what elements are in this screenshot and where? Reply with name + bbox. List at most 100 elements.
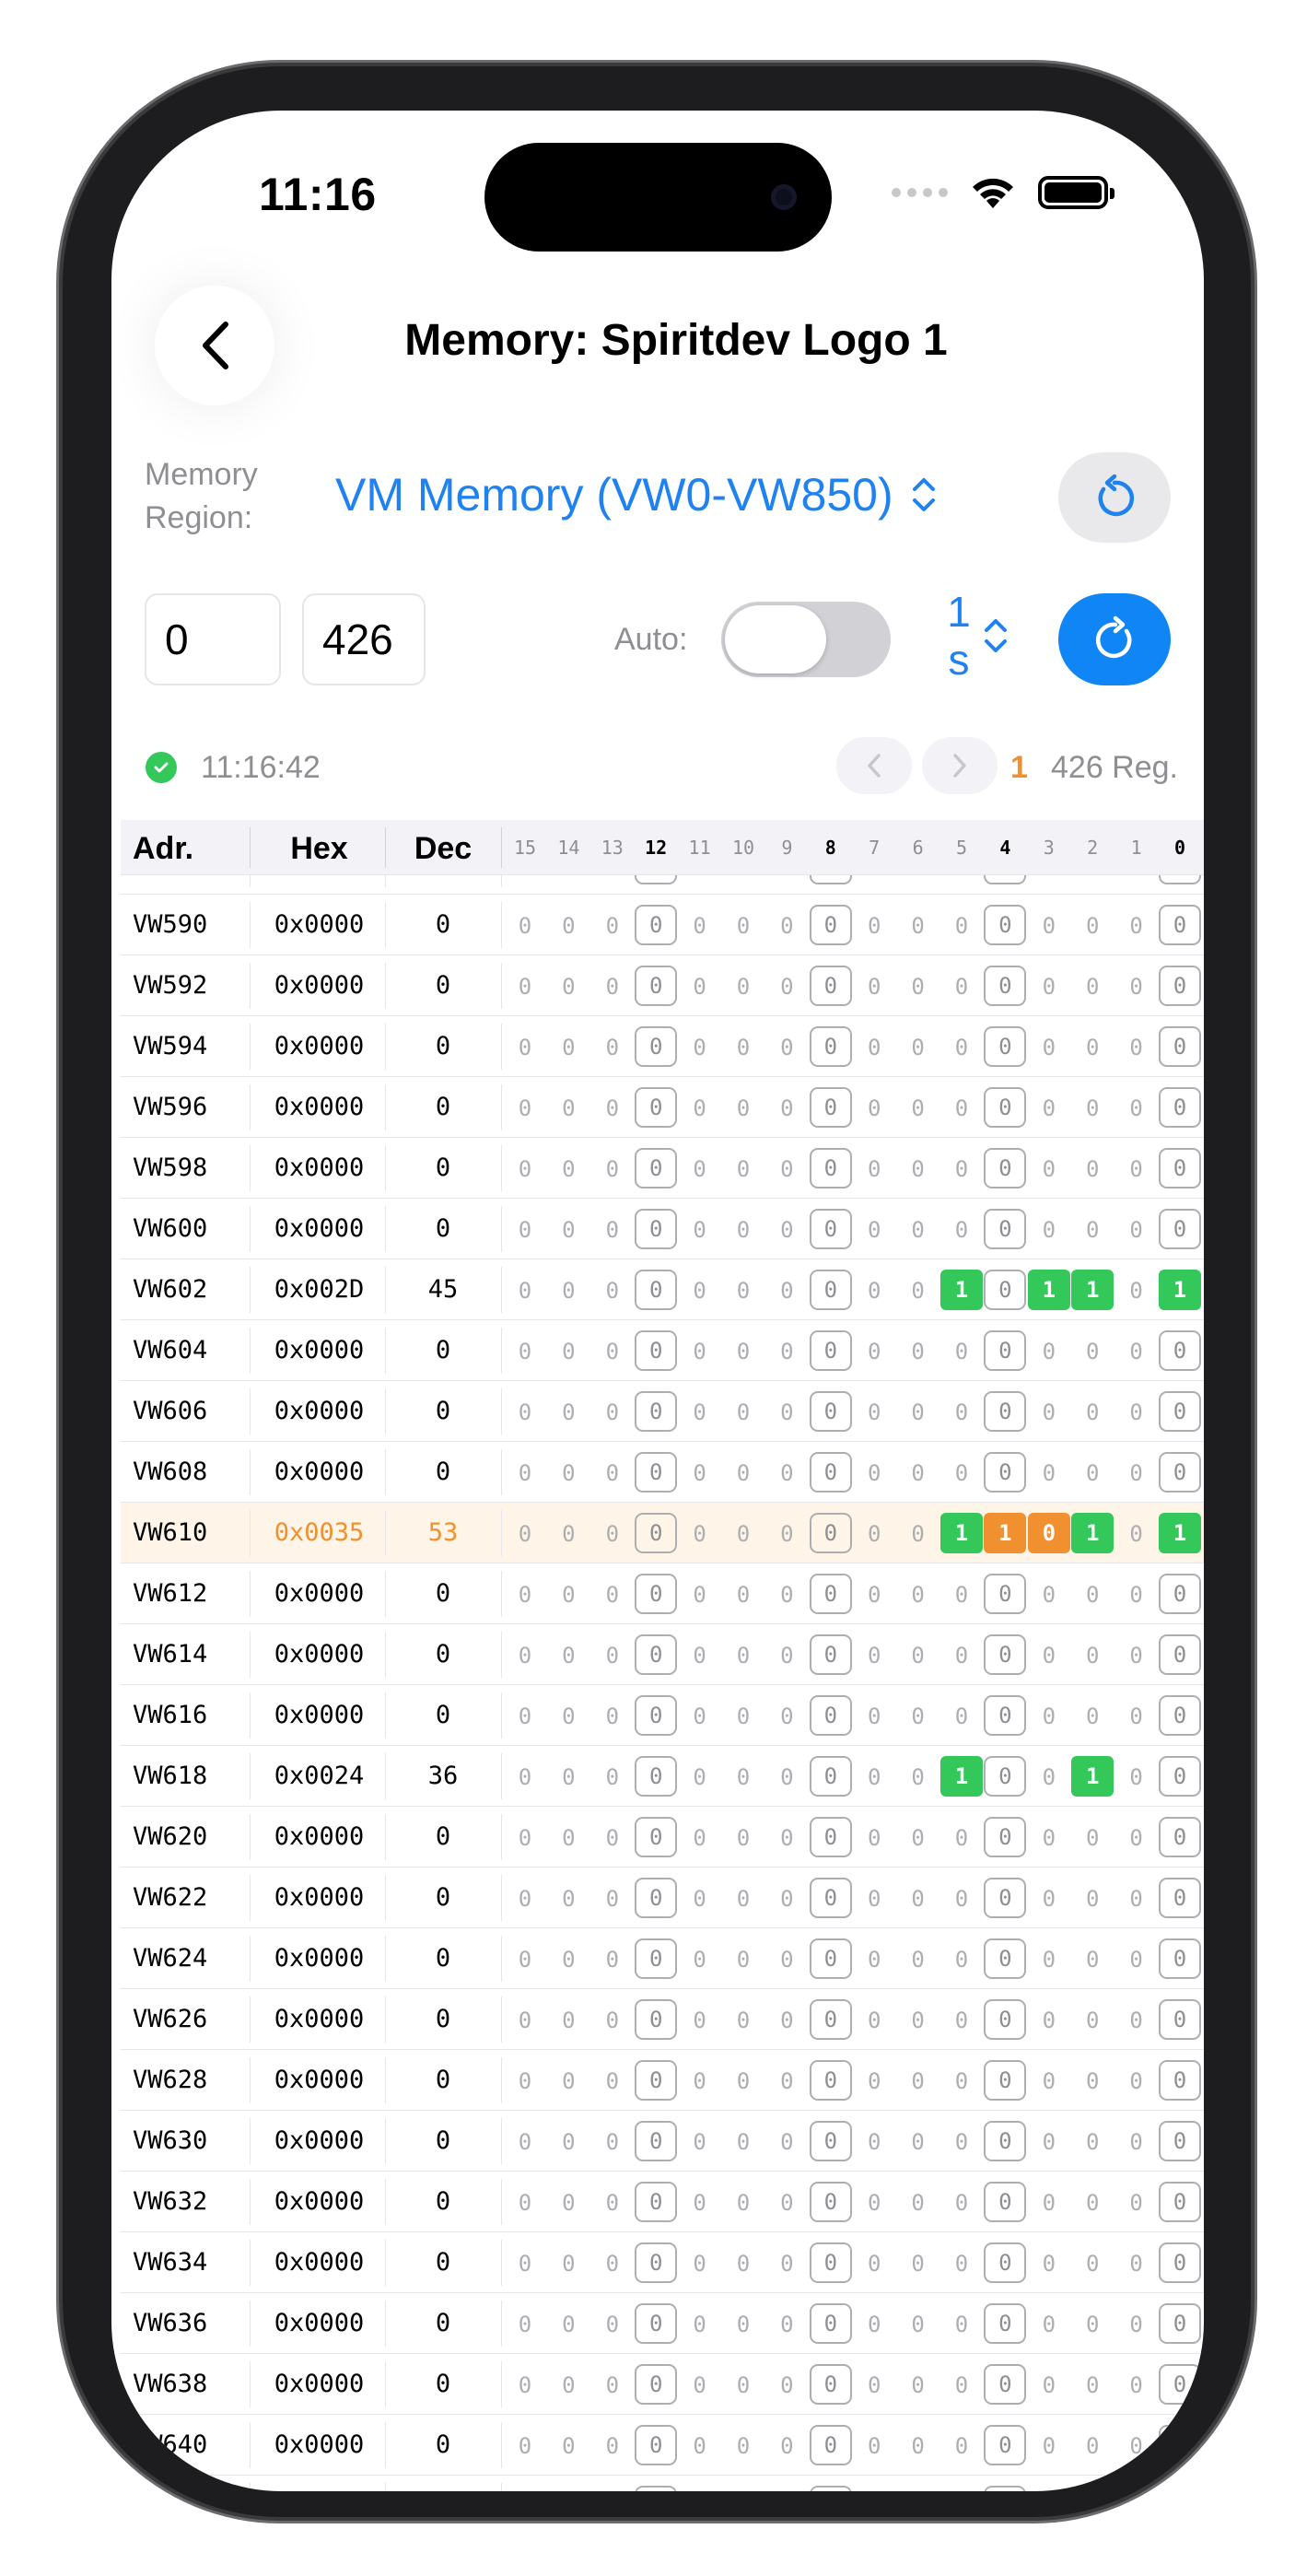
bit-13[interactable]: 0 [591, 2245, 634, 2282]
table-row[interactable]: VW620 0x0000 0 0 0 0 0 0 0 0 0 0 0 0 0 0 0 0 0 [121, 1807, 1204, 1868]
bit-9[interactable]: 0 [765, 1637, 808, 1674]
bit-12[interactable]: 0 [635, 1634, 678, 1675]
bit-4[interactable]: 0 [984, 1330, 1027, 1371]
next-page-button[interactable] [922, 737, 998, 794]
bit-1[interactable]: 0 [1115, 1029, 1158, 1066]
bit-0[interactable]: 1 [1159, 1270, 1201, 1310]
bit-0[interactable]: 0 [1159, 1330, 1201, 1371]
bit-3[interactable]: 0 [1028, 1029, 1070, 1066]
bit-14[interactable]: 0 [547, 1516, 589, 1552]
bit-10[interactable]: 0 [722, 1394, 764, 1431]
bit-4[interactable]: 0 [984, 2303, 1027, 2344]
bit-15[interactable]: 0 [504, 1090, 546, 1127]
bit-6[interactable]: 0 [897, 2002, 939, 2039]
bit-12[interactable]: 0 [635, 1999, 678, 2040]
bit-6[interactable]: 0 [897, 2367, 939, 2404]
bit-7[interactable]: 0 [853, 2367, 895, 2404]
bit-2[interactable]: 1 [1071, 1756, 1114, 1797]
bit-1[interactable]: 0 [1115, 1880, 1158, 1917]
table-row[interactable]: VW616 0x0000 0 0 0 0 0 0 0 0 0 0 0 0 0 0 0 0 0 [121, 1685, 1204, 1746]
bit-10[interactable]: 0 [722, 1880, 764, 1917]
bit-15[interactable]: 0 [504, 1455, 546, 1492]
bit-9[interactable]: 0 [765, 1090, 808, 1127]
bit-9[interactable]: 0 [765, 1880, 808, 1917]
bit-6[interactable]: 0 [897, 1151, 939, 1188]
bit-7[interactable]: 0 [853, 1698, 895, 1735]
table-row[interactable]: VW594 0x0000 0 0 0 0 0 0 0 0 0 0 0 0 0 0 0 0 0 [121, 1016, 1204, 1077]
bit-3[interactable]: 0 [1028, 1698, 1070, 1735]
bit-7[interactable]: 0 [853, 1029, 895, 1066]
bit-14[interactable]: 0 [547, 1576, 589, 1613]
bit-12[interactable]: 0 [635, 1087, 678, 1128]
bit-5[interactable]: 0 [940, 2245, 983, 2282]
bit-9[interactable]: 0 [765, 1820, 808, 1856]
bit-5[interactable]: 0 [940, 1212, 983, 1248]
bit-3[interactable]: 0 [1028, 1333, 1070, 1370]
table-row[interactable]: VW636 0x0000 0 0 0 0 0 0 0 0 0 0 0 0 0 0 0 0 0 [121, 2293, 1204, 2354]
bit-10[interactable]: 0 [722, 2124, 764, 2160]
bit-4[interactable]: 0 [984, 1452, 1027, 1493]
bit-9[interactable]: 0 [765, 2428, 808, 2465]
bit-9[interactable]: 0 [765, 1272, 808, 1309]
bit-8[interactable]: 0 [809, 966, 852, 1006]
bit-13[interactable]: 0 [591, 1090, 634, 1127]
bit-10[interactable]: 0 [722, 2184, 764, 2221]
bit-5[interactable]: 1 [940, 1756, 983, 1797]
bit-4[interactable]: 0 [984, 1209, 1027, 1249]
bit-8[interactable]: 0 [809, 1695, 852, 1736]
bit-6[interactable]: 0 [897, 1698, 939, 1735]
bit-5[interactable]: 0 [940, 2367, 983, 2404]
bit-11[interactable]: 0 [679, 1090, 721, 1127]
bit-6[interactable]: 0 [897, 2488, 939, 2491]
bit-1[interactable]: 0 [1115, 1151, 1158, 1188]
bit-11[interactable]: 0 [679, 1212, 721, 1248]
bit-12[interactable]: 0 [635, 905, 678, 945]
bit-10[interactable]: 0 [722, 2245, 764, 2282]
bit-3[interactable]: 0 [1027, 1513, 1070, 1553]
bit-11[interactable]: 0 [679, 907, 721, 944]
bit-6[interactable]: 0 [897, 1576, 939, 1613]
bit-0[interactable]: 0 [1159, 2364, 1201, 2405]
bit-3[interactable]: 0 [1028, 2184, 1070, 2221]
bit-1[interactable]: 0 [1115, 2002, 1158, 2039]
bit-12[interactable]: 0 [635, 2364, 678, 2405]
bit-13[interactable]: 0 [591, 1394, 634, 1431]
bit-0[interactable]: 0 [1159, 1938, 1201, 1979]
bit-3[interactable]: 1 [1027, 1270, 1070, 1310]
bit-11[interactable]: 0 [679, 1516, 721, 1552]
bit-8[interactable]: 0 [809, 1756, 852, 1797]
bit-3[interactable]: 0 [1028, 1576, 1070, 1613]
bit-12[interactable]: 0 [635, 1330, 678, 1371]
bit-0[interactable]: 0 [1159, 905, 1201, 945]
bit-5[interactable]: 0 [940, 907, 983, 944]
bit-12[interactable]: 0 [635, 2303, 678, 2344]
bit-15[interactable]: 0 [504, 2306, 546, 2343]
bit-3[interactable]: 0 [1028, 2306, 1070, 2343]
bit-0[interactable]: 0 [1159, 1209, 1201, 1249]
bit-1[interactable]: 0 [1115, 1333, 1158, 1370]
bit-13[interactable]: 0 [591, 2002, 634, 2039]
bit-9[interactable]: 0 [765, 1151, 808, 1188]
bit-4[interactable]: 0 [984, 1087, 1027, 1128]
bit-7[interactable]: 0 [853, 2002, 895, 2039]
bit-10[interactable]: 0 [722, 968, 764, 1005]
bit-15[interactable]: 0 [504, 2245, 546, 2282]
bit-8[interactable]: 0 [809, 2425, 852, 2465]
bit-15[interactable]: 0 [504, 1272, 546, 1309]
bit-7[interactable]: 0 [853, 1576, 895, 1613]
bit-14[interactable]: 0 [547, 2367, 589, 2404]
bit-2[interactable]: 1 [1071, 1270, 1114, 1310]
table-row[interactable]: VW624 0x0000 0 0 0 0 0 0 0 0 0 0 0 0 0 0 0 0 0 [121, 1928, 1204, 1989]
bit-8[interactable]: 0 [809, 2060, 852, 2101]
bit-12[interactable]: 0 [635, 2242, 678, 2283]
bit-12[interactable]: 0 [635, 1026, 678, 1067]
bit-2[interactable]: 0 [1071, 1212, 1114, 1248]
bit-3[interactable]: 0 [1028, 1880, 1070, 1917]
chevron-up-down-icon[interactable] [982, 615, 1009, 656]
bit-9[interactable]: 0 [765, 1333, 808, 1370]
bit-9[interactable]: 0 [765, 1212, 808, 1248]
bit-15[interactable]: 0 [504, 968, 546, 1005]
bit-4[interactable]: 1 [984, 1513, 1027, 1553]
bit-15[interactable]: 0 [504, 2124, 546, 2160]
bit-12[interactable]: 0 [635, 2060, 678, 2101]
